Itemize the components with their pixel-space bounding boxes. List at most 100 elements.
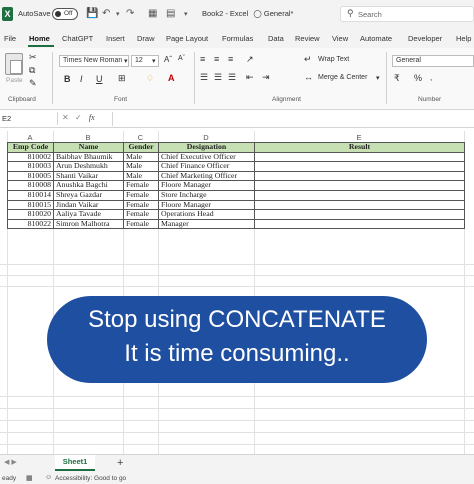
- wrap-text-button[interactable]: Wrap Text: [318, 56, 349, 63]
- cell-name[interactable]: Baibhav Bhaumik: [53, 151, 124, 163]
- currency-icon[interactable]: ₹: [394, 73, 400, 84]
- tab-data[interactable]: Data: [268, 34, 284, 43]
- format-painter-icon[interactable]: ✎: [29, 78, 37, 89]
- align-top-icon[interactable]: ≡: [200, 54, 205, 64]
- cell-emp-code[interactable]: 810002: [7, 151, 54, 163]
- align-bottom-icon[interactable]: ≡: [228, 54, 233, 64]
- cancel-icon[interactable]: ✕: [62, 113, 69, 122]
- cell-name[interactable]: Aaliya Tavade: [53, 209, 124, 220]
- paste-icon[interactable]: [5, 53, 23, 75]
- percent-icon[interactable]: %: [414, 73, 422, 83]
- cell-name[interactable]: Arun Deshmukh: [53, 161, 124, 172]
- decrease-font-icon[interactable]: Aˇ: [178, 55, 185, 62]
- font-name-dropdown-icon[interactable]: ▾: [124, 57, 128, 65]
- undo-dropdown-icon[interactable]: ▾: [116, 10, 120, 18]
- add-sheet-button[interactable]: +: [117, 457, 123, 469]
- cut-icon[interactable]: ✂: [29, 52, 37, 63]
- cell-result[interactable]: [254, 170, 465, 182]
- enter-icon[interactable]: ✓: [75, 113, 82, 122]
- tab-review[interactable]: Review: [295, 34, 320, 43]
- header-result[interactable]: Result: [254, 142, 465, 153]
- cell-emp-code[interactable]: 810005: [7, 170, 54, 182]
- cell-gender[interactable]: Female: [123, 209, 159, 220]
- cell-designation[interactable]: Chief Finance Officer: [158, 161, 255, 172]
- column-header-a[interactable]: A: [7, 133, 53, 142]
- orientation-icon[interactable]: ↗: [246, 54, 254, 65]
- cell-name[interactable]: Shreya Gazdar: [53, 189, 124, 201]
- cell-gender[interactable]: Female: [123, 218, 159, 230]
- cell-gender[interactable]: Male: [123, 151, 159, 163]
- cell-result[interactable]: [254, 189, 465, 201]
- tab-insert[interactable]: Insert: [106, 34, 125, 43]
- save-icon[interactable]: 💾: [86, 8, 98, 19]
- align-left-icon[interactable]: ☰: [200, 72, 208, 83]
- merge-center-button[interactable]: Merge & Center: [318, 74, 367, 81]
- accessibility-icon[interactable]: ☺: [45, 474, 52, 481]
- cell-designation[interactable]: Floore Manager: [158, 199, 255, 211]
- name-box[interactable]: E2: [0, 112, 58, 125]
- sheet-tab-sheet1[interactable]: Sheet1: [55, 455, 95, 471]
- column-header-c[interactable]: C: [123, 133, 158, 142]
- cell-designation[interactable]: Operations Head: [158, 209, 255, 220]
- increase-font-icon[interactable]: Aˆ: [164, 55, 172, 64]
- tab-file[interactable]: File: [4, 34, 16, 43]
- cell-designation[interactable]: Floore Manager: [158, 180, 255, 191]
- borders-icon[interactable]: ⊞: [118, 73, 126, 84]
- cell-gender[interactable]: Male: [123, 161, 159, 172]
- cell-emp-code[interactable]: 810015: [7, 199, 54, 211]
- search-box[interactable]: ⚲ Search: [340, 6, 474, 22]
- merge-center-icon[interactable]: ↔: [304, 72, 313, 82]
- cell-result[interactable]: [254, 218, 465, 230]
- cell-result[interactable]: [254, 151, 465, 163]
- align-center-icon[interactable]: ☰: [214, 72, 222, 83]
- sensitivity-label[interactable]: General*: [264, 9, 294, 18]
- decrease-indent-icon[interactable]: ⇤: [246, 72, 254, 83]
- cell-name[interactable]: Anushka Bagchi: [53, 180, 124, 191]
- number-format-select[interactable]: General: [392, 55, 474, 67]
- cell-name[interactable]: Jindan Vaikar: [53, 199, 124, 211]
- cell-gender[interactable]: Female: [123, 189, 159, 201]
- workbook-stats-icon[interactable]: ▦: [26, 474, 33, 482]
- cell-result[interactable]: [254, 180, 465, 191]
- cell-designation[interactable]: Manager: [158, 218, 255, 230]
- bold-button[interactable]: B: [64, 74, 71, 84]
- wrap-text-icon[interactable]: ↵: [304, 54, 312, 65]
- cell-name[interactable]: Simron Malhotra: [53, 218, 124, 230]
- accessibility-status[interactable]: Accessibility: Good to go: [55, 475, 126, 482]
- copy-icon[interactable]: ⧉: [29, 65, 35, 76]
- tab-help[interactable]: Help: [456, 34, 471, 43]
- tab-automate[interactable]: Automate: [360, 34, 392, 43]
- cell-gender[interactable]: Female: [123, 180, 159, 191]
- header-emp-code[interactable]: Emp Code: [7, 142, 54, 153]
- cell-gender[interactable]: Female: [123, 199, 159, 211]
- customize-toolbar-icon[interactable]: ▾: [184, 10, 188, 18]
- cell-name[interactable]: Shanti Vaikar: [53, 170, 124, 182]
- increase-indent-icon[interactable]: ⇥: [262, 72, 270, 83]
- column-header-b[interactable]: B: [53, 133, 123, 142]
- cell-designation[interactable]: Chief Executive Officer: [158, 151, 255, 163]
- paste-label[interactable]: Paste: [6, 77, 23, 84]
- header-name[interactable]: Name: [53, 142, 124, 153]
- cell-emp-code[interactable]: 810003: [7, 161, 54, 172]
- cell-emp-code[interactable]: 810008: [7, 180, 54, 191]
- header-designation[interactable]: Designation: [158, 142, 255, 153]
- font-size-dropdown-icon[interactable]: ▾: [152, 57, 156, 65]
- fill-color-icon[interactable]: ♢: [146, 73, 154, 84]
- comma-style-icon[interactable]: ,: [430, 73, 432, 82]
- cell-emp-code[interactable]: 810014: [7, 189, 54, 201]
- form-icon[interactable]: ▤: [166, 8, 175, 19]
- camera-icon[interactable]: ▦: [148, 8, 157, 19]
- align-right-icon[interactable]: ☰: [228, 72, 236, 83]
- cell-designation[interactable]: Store Incharge: [158, 189, 255, 201]
- font-name-select[interactable]: Times New Roman: [59, 55, 129, 67]
- sheet-nav-icon[interactable]: ◀ ▶: [4, 458, 17, 466]
- tab-home[interactable]: Home: [29, 34, 50, 43]
- align-middle-icon[interactable]: ≡: [214, 54, 219, 64]
- cell-gender[interactable]: Male: [123, 170, 159, 182]
- tab-view[interactable]: View: [332, 34, 348, 43]
- column-header-e[interactable]: E: [254, 133, 464, 142]
- column-header-d[interactable]: D: [158, 133, 254, 142]
- tab-developer[interactable]: Developer: [408, 34, 442, 43]
- cell-designation[interactable]: Chief Marketing Officer: [158, 170, 255, 182]
- italic-button[interactable]: I: [80, 74, 83, 84]
